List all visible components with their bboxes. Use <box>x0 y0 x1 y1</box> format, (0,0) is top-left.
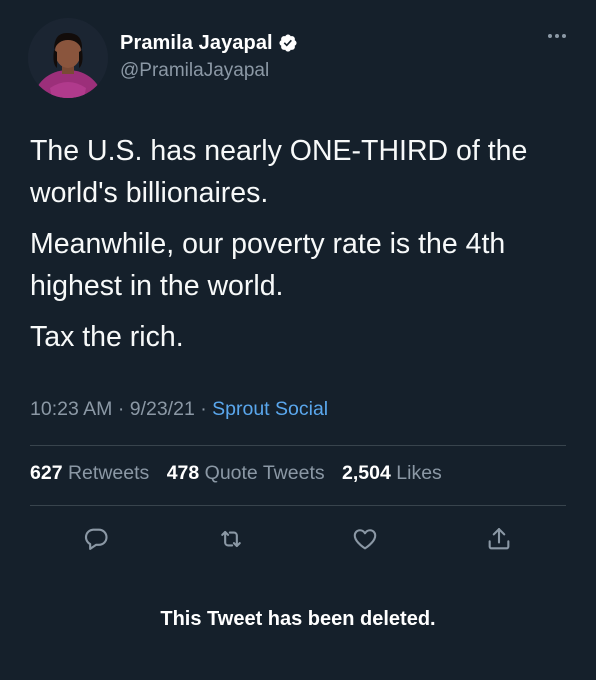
retweets-label: Retweets <box>67 462 150 484</box>
divider <box>30 505 566 506</box>
meta-separator: · <box>200 398 207 420</box>
dot <box>562 34 566 38</box>
tweet-card: Pramila Jayapal @PramilaJayapal The U.S.… <box>0 0 596 680</box>
display-name[interactable]: Pramila Jayapal <box>120 32 273 55</box>
reply-icon[interactable] <box>78 521 114 557</box>
tweet-paragraph: The U.S. has nearly ONE-THIRD of the wor… <box>30 135 528 209</box>
handle[interactable]: @PramilaJayapal <box>120 60 298 82</box>
tweet-date[interactable]: 9/23/21 <box>130 398 195 420</box>
tweet-source-link[interactable]: Sprout Social <box>212 398 328 420</box>
likes-label: Likes <box>396 462 442 484</box>
tweet-time[interactable]: 10:23 AM <box>30 398 112 420</box>
name-row: Pramila Jayapal <box>120 30 298 56</box>
like-icon[interactable] <box>347 521 383 557</box>
avatar[interactable] <box>28 18 108 98</box>
tweet-paragraph: Meanwhile, our poverty rate is the 4th h… <box>30 228 506 302</box>
meta-separator: · <box>117 398 125 420</box>
avatar-image <box>28 18 108 98</box>
retweets-stat[interactable]: 627 Retweets <box>30 462 149 484</box>
verified-badge-icon <box>278 33 298 53</box>
action-bar <box>0 521 596 557</box>
engagement-stats: 627 Retweets 478 Quote Tweets 2,504 Like… <box>30 462 454 485</box>
share-icon[interactable] <box>481 521 517 557</box>
quote-tweets-count: 478 <box>166 462 200 484</box>
likes-count: 2,504 <box>342 462 391 484</box>
deleted-notice: This Tweet has been deleted. <box>160 608 436 630</box>
retweets-count: 627 <box>30 462 63 484</box>
divider <box>30 445 566 446</box>
likes-stat[interactable]: 2,504 Likes <box>342 462 442 484</box>
tweet-paragraph: Tax the rich. <box>30 321 184 353</box>
dot <box>548 34 552 38</box>
quote-tweets-label: Quote Tweets <box>204 462 325 484</box>
retweet-icon[interactable] <box>213 521 249 557</box>
more-options-icon[interactable] <box>548 34 566 38</box>
dot <box>555 34 559 38</box>
author-block: Pramila Jayapal @PramilaJayapal <box>120 30 298 82</box>
tweet-metadata: 10:23 AM · 9/23/21 · Sprout Social <box>30 398 328 421</box>
tweet-text: The U.S. has nearly ONE-THIRD of the wor… <box>30 130 575 367</box>
quote-tweets-stat[interactable]: 478 Quote Tweets <box>167 462 325 484</box>
